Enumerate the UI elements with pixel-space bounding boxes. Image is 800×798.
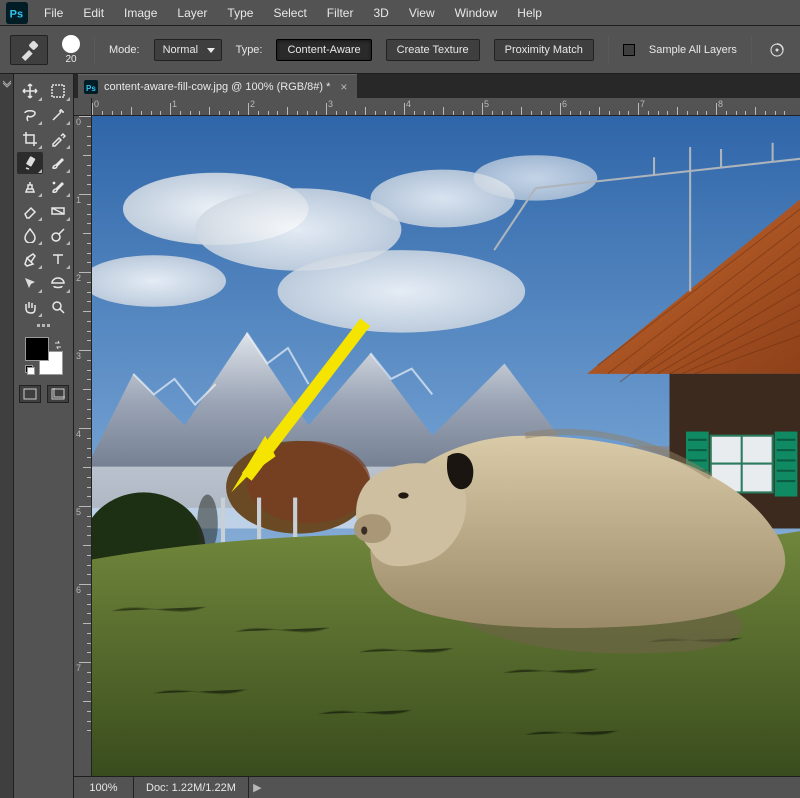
default-colors-icon[interactable] [25,365,35,375]
menu-help[interactable]: Help [507,2,552,24]
status-bar: 100% Doc: 1.22M/1.22M ▶ [74,776,800,798]
ruler-h-label: 7 [640,99,645,109]
document-area: Ps content-aware-fill-cow.jpg @ 100% (RG… [74,74,800,798]
foreground-color-swatch[interactable] [25,337,49,361]
canvas-viewport: 0 1 2 3 4 5 6 7 8 0 1 2 3 4 5 6 7 [74,98,800,798]
blur-tool[interactable] [17,224,43,246]
ruler-horizontal[interactable]: 0 1 2 3 4 5 6 7 8 [92,98,800,116]
ruler-h-label: 6 [562,99,567,109]
brush-tool[interactable] [45,152,71,174]
magic-wand-tool[interactable] [45,104,71,126]
brush-size-preview[interactable]: 20 [62,35,80,65]
swap-colors-icon[interactable] [53,337,63,347]
chevron-right-icon[interactable]: ▶ [248,777,266,798]
document-tab[interactable]: Ps content-aware-fill-cow.jpg @ 100% (RG… [78,74,357,98]
type-tool[interactable] [45,248,71,270]
pen-tool[interactable] [17,248,43,270]
ruler-vertical[interactable]: 0 1 2 3 4 5 6 7 [74,116,92,776]
brush-size-label: 20 [65,54,76,65]
type-content-aware-button[interactable]: Content-Aware [276,39,371,61]
close-icon[interactable]: × [340,80,347,94]
sample-all-layers-label: Sample All Layers [649,44,737,56]
menu-bar: Ps File Edit Image Layer Type Select Fil… [0,0,800,26]
color-swatches[interactable] [25,337,63,375]
menu-window[interactable]: Window [445,2,508,24]
ruler-h-label: 4 [406,99,411,109]
menu-select[interactable]: Select [263,2,316,24]
history-brush-tool[interactable] [45,176,71,198]
spot-healing-brush-tool[interactable] [17,152,43,174]
shape-tool[interactable] [45,272,71,294]
menu-type[interactable]: Type [217,2,263,24]
document-tab-title: content-aware-fill-cow.jpg @ 100% (RGB/8… [104,81,330,93]
toolbox-divider [37,324,50,327]
ruler-h-label: 2 [250,99,255,109]
ruler-v-label: 2 [76,273,81,283]
move-tool[interactable] [17,80,43,102]
menu-3d[interactable]: 3D [363,2,398,24]
ruler-v-label: 1 [76,195,81,205]
ruler-v-label: 3 [76,351,81,361]
doc-info[interactable]: Doc: 1.22M/1.22M [134,782,248,794]
type-label: Type: [236,44,263,56]
toolbox [14,74,74,798]
zoom-level[interactable]: 100% [74,777,134,798]
path-selection-tool[interactable] [17,272,43,294]
collapse-handle[interactable] [0,74,14,798]
svg-text:Ps: Ps [10,8,23,20]
ruler-h-label: 8 [718,99,723,109]
gradient-tool[interactable] [45,200,71,222]
ps-file-icon: Ps [84,80,98,94]
ruler-h-label: 0 [94,99,99,109]
ruler-v-label: 4 [76,429,81,439]
options-separator [608,36,609,64]
type-create-texture-button[interactable]: Create Texture [386,39,480,61]
hand-tool[interactable] [17,296,43,318]
ruler-origin[interactable] [74,98,92,116]
options-bar: 20 Mode: Normal Type: Content-Aware Crea… [0,26,800,74]
menu-file[interactable]: File [34,2,73,24]
menu-view[interactable]: View [399,2,445,24]
sample-all-layers-checkbox[interactable] [623,44,635,56]
mode-select[interactable]: Normal [154,39,222,61]
ruler-v-label: 6 [76,585,81,595]
mode-label: Mode: [109,44,140,56]
photoshop-logo-icon: Ps [6,2,28,24]
current-tool-preset[interactable] [10,35,48,65]
screen-mode-icon[interactable] [47,385,69,403]
ruler-v-label: 5 [76,507,81,517]
zoom-tool[interactable] [45,296,71,318]
tablet-pressure-icon[interactable] [766,39,788,61]
document-tab-row: Ps content-aware-fill-cow.jpg @ 100% (RG… [74,74,800,98]
mode-value: Normal [163,44,198,56]
ruler-h-label: 5 [484,99,489,109]
ruler-v-label: 7 [76,663,81,673]
eraser-tool[interactable] [17,200,43,222]
quickmask-off-icon[interactable] [19,385,41,403]
dodge-tool[interactable] [45,224,71,246]
options-separator [94,36,95,64]
ruler-h-label: 3 [328,99,333,109]
eyedropper-tool[interactable] [45,128,71,150]
brush-circle-icon [62,35,80,53]
menu-edit[interactable]: Edit [73,2,114,24]
menu-layer[interactable]: Layer [167,2,217,24]
crop-tool[interactable] [17,128,43,150]
canvas[interactable] [92,116,800,776]
marquee-tool[interactable] [45,80,71,102]
options-separator [751,36,752,64]
ruler-h-label: 1 [172,99,177,109]
ruler-v-label: 0 [76,117,81,127]
type-proximity-match-button[interactable]: Proximity Match [494,39,594,61]
svg-text:Ps: Ps [86,84,96,93]
menu-filter[interactable]: Filter [317,2,364,24]
menu-image[interactable]: Image [114,2,167,24]
lasso-tool[interactable] [17,104,43,126]
main-area: Ps content-aware-fill-cow.jpg @ 100% (RG… [0,74,800,798]
clone-stamp-tool[interactable] [17,176,43,198]
